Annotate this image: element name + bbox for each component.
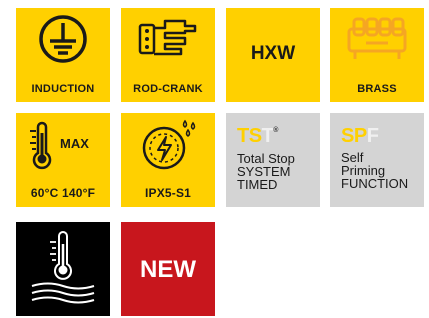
hot-water-tile — [16, 222, 110, 316]
ipx-label: IPX5-S1 — [144, 186, 192, 200]
spf-description: Self Priming FUNCTION — [341, 150, 409, 191]
tst-description: Total Stop SYSTEM TIMED — [237, 151, 295, 192]
brass-tile: BRASS — [330, 8, 424, 102]
brass-label: BRASS — [357, 83, 397, 95]
water-protection-icon — [142, 119, 196, 170]
thermometer-heat-icon — [31, 231, 95, 304]
max-temp-tile: MAX 60°C 140°F — [16, 113, 110, 207]
new-label: NEW — [140, 256, 196, 283]
hxw-tile: HXW — [226, 8, 320, 102]
tst-logo: TST® — [237, 125, 278, 147]
spf-tile: SPF Self Priming FUNCTION — [330, 113, 424, 207]
brass-manifold-icon — [347, 17, 407, 59]
rod-crank-label: ROD-CRANK — [133, 83, 203, 95]
ground-symbol-icon — [39, 15, 87, 63]
hxw-label: HXW — [250, 43, 296, 64]
rod-crank-tile: ROD-CRANK — [121, 8, 215, 102]
ipx-tile: IPX5-S1 — [121, 113, 215, 207]
induction-label: INDUCTION — [31, 83, 95, 95]
temperature-label: 60°C 140°F — [30, 186, 96, 200]
spf-logo: SPF — [341, 125, 379, 147]
tst-tile: TST® Total Stop SYSTEM TIMED — [226, 113, 320, 207]
crankshaft-icon — [138, 19, 197, 56]
max-label: MAX — [60, 136, 89, 151]
thermometer-icon — [30, 121, 52, 170]
new-tile: NEW — [121, 222, 215, 316]
induction-tile: INDUCTION — [16, 8, 110, 102]
